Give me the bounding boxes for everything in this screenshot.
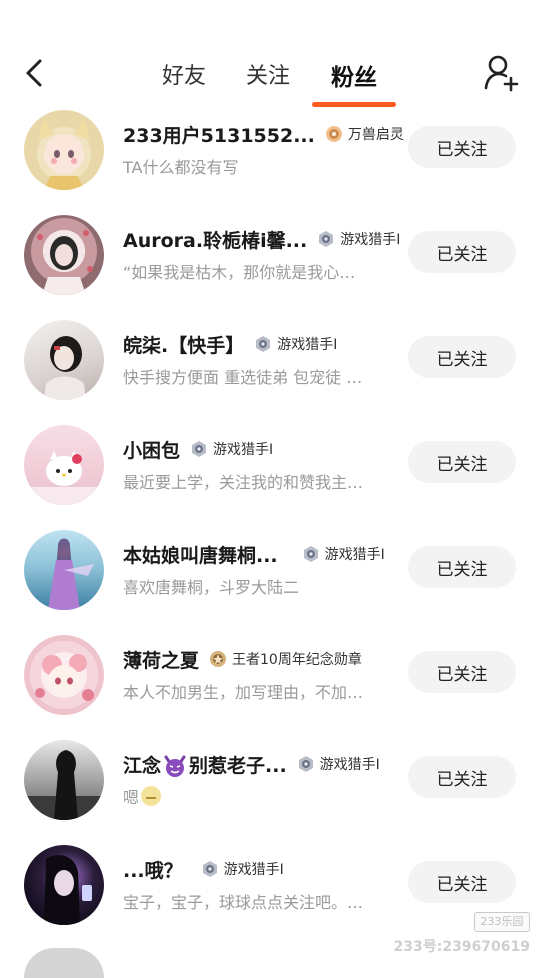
tab-friends[interactable]: 好友 [162, 58, 206, 90]
list-item[interactable]: 皖柒.【快手】 游戏猎手I 快手搜方便面 重选徒弟 包宠徒 … 已关注 [0, 314, 540, 419]
user-badge: 游戏猎手I [201, 859, 284, 879]
tab-following[interactable]: 关注 [246, 58, 290, 90]
devil-emoji-icon [164, 755, 186, 777]
user-badge: 游戏猎手I [254, 334, 337, 354]
user-name[interactable]: 233用户5131552... [123, 121, 315, 148]
followed-button[interactable]: 已关注 [408, 336, 516, 378]
user-badge: 王者10周年纪念勋章 [209, 649, 362, 669]
list-item[interactable]: 薄荷之夏 王者10周年纪念勋章 本人不加男生，加写理由，不加… 已关注 [0, 629, 540, 734]
list-item[interactable]: 江念 别惹老子... 游戏猎手I 嗯 已关注 [0, 734, 540, 839]
user-name[interactable]: 本姑娘叫唐舞桐... [123, 541, 278, 568]
badge-label: 游戏猎手I [324, 547, 385, 563]
user-name[interactable]: ...哦？ [123, 856, 183, 883]
hunter-badge-icon [202, 861, 217, 877]
user-bio: “如果我是枯木，那你就是我心… [123, 263, 356, 282]
watermark-logo: 233乐园 [474, 912, 530, 932]
tab-fans[interactable]: 粉丝 [331, 58, 377, 92]
neutral-face-emoji-icon [141, 786, 162, 806]
badge-label: 王者10周年纪念勋章 [232, 652, 362, 668]
user-name[interactable]: 皖柒.【快手】 [123, 331, 244, 358]
list-item[interactable]: 233用户5131552... 万兽启灵 TA什么都没有写 已关注 [0, 104, 540, 209]
user-bio: TA什么都没有写 [123, 158, 239, 177]
avatar[interactable] [24, 530, 104, 610]
top-navigation-bar: 好友 关注 粉丝 [0, 0, 540, 112]
user-bio: 嗯 [123, 784, 162, 808]
followed-button[interactable]: 已关注 [408, 861, 516, 903]
user-badge: 万兽启灵 [325, 124, 404, 144]
badge-label: 游戏猎手I [213, 442, 274, 458]
followed-button[interactable]: 已关注 [408, 126, 516, 168]
avatar[interactable] [24, 740, 104, 820]
hunter-badge-icon [319, 231, 334, 247]
avatar[interactable] [24, 845, 104, 925]
badge-label: 游戏猎手I [319, 757, 380, 773]
badge-label: 万兽启灵 [347, 127, 404, 143]
user-bio: 最近要上学，关注我的和赞我主… [123, 473, 364, 492]
hunter-badge-icon [256, 336, 271, 352]
fans-list: 233用户5131552... 万兽启灵 TA什么都没有写 已关注 Aurora… [0, 104, 540, 944]
user-badge: 游戏猎手I [302, 544, 385, 564]
user-badge: 游戏猎手I [190, 439, 273, 459]
user-bio: 快手搜方便面 重选徒弟 包宠徒 … [123, 368, 363, 387]
avatar[interactable] [24, 320, 104, 400]
avatar[interactable] [24, 635, 104, 715]
anniversary-badge-icon [210, 651, 227, 667]
avatar[interactable] [24, 215, 104, 295]
list-item[interactable]: 本姑娘叫唐舞桐... 游戏猎手I 喜欢唐舞桐，斗罗大陆二 已关注 [0, 524, 540, 629]
avatar[interactable] [24, 425, 104, 505]
followed-button[interactable]: 已关注 [408, 651, 516, 693]
watermark-id: 233号:239670619 [393, 939, 531, 955]
followed-button[interactable]: 已关注 [408, 231, 516, 273]
user-bio: 喜欢唐舞桐，斗罗大陆二 [123, 578, 300, 597]
user-name[interactable]: 薄荷之夏 [123, 646, 199, 673]
hunter-badge-icon [303, 546, 318, 562]
followed-button[interactable]: 已关注 [408, 546, 516, 588]
hunter-badge-icon [298, 756, 313, 772]
avatar[interactable] [24, 110, 104, 190]
list-item[interactable]: 小困包 游戏猎手I 最近要上学，关注我的和赞我主… 已关注 [0, 419, 540, 524]
avatar[interactable] [24, 948, 104, 978]
add-friend-icon[interactable] [484, 54, 520, 92]
user-badge: 游戏猎手I [317, 229, 400, 249]
user-name[interactable]: Aurora.聆栀椿i馨... [123, 226, 307, 253]
user-badge: 游戏猎手I [297, 754, 380, 774]
user-name[interactable]: 小困包 [123, 436, 180, 463]
list-item[interactable]: Aurora.聆栀椿i馨... 游戏猎手I “如果我是枯木，那你就是我心… 已关… [0, 209, 540, 314]
user-name[interactable]: 江念 别惹老子... [123, 751, 287, 778]
hunter-badge-icon [192, 441, 207, 457]
followed-button[interactable]: 已关注 [408, 756, 516, 798]
badge-label: 游戏猎手I [223, 862, 284, 878]
user-bio: 宝子，宝子，球球点点关注吧。… [123, 893, 364, 912]
badge-label: 游戏猎手I [277, 337, 338, 353]
beast-badge-icon [325, 126, 342, 142]
list-item[interactable]: ...哦？ 游戏猎手I 宝子，宝子，球球点点关注吧。… 已关注 [0, 839, 540, 944]
badge-label: 游戏猎手I [340, 232, 401, 248]
user-bio: 本人不加男生，加写理由，不加… [123, 683, 364, 702]
followed-button[interactable]: 已关注 [408, 441, 516, 483]
back-arrow-icon[interactable] [18, 56, 52, 90]
